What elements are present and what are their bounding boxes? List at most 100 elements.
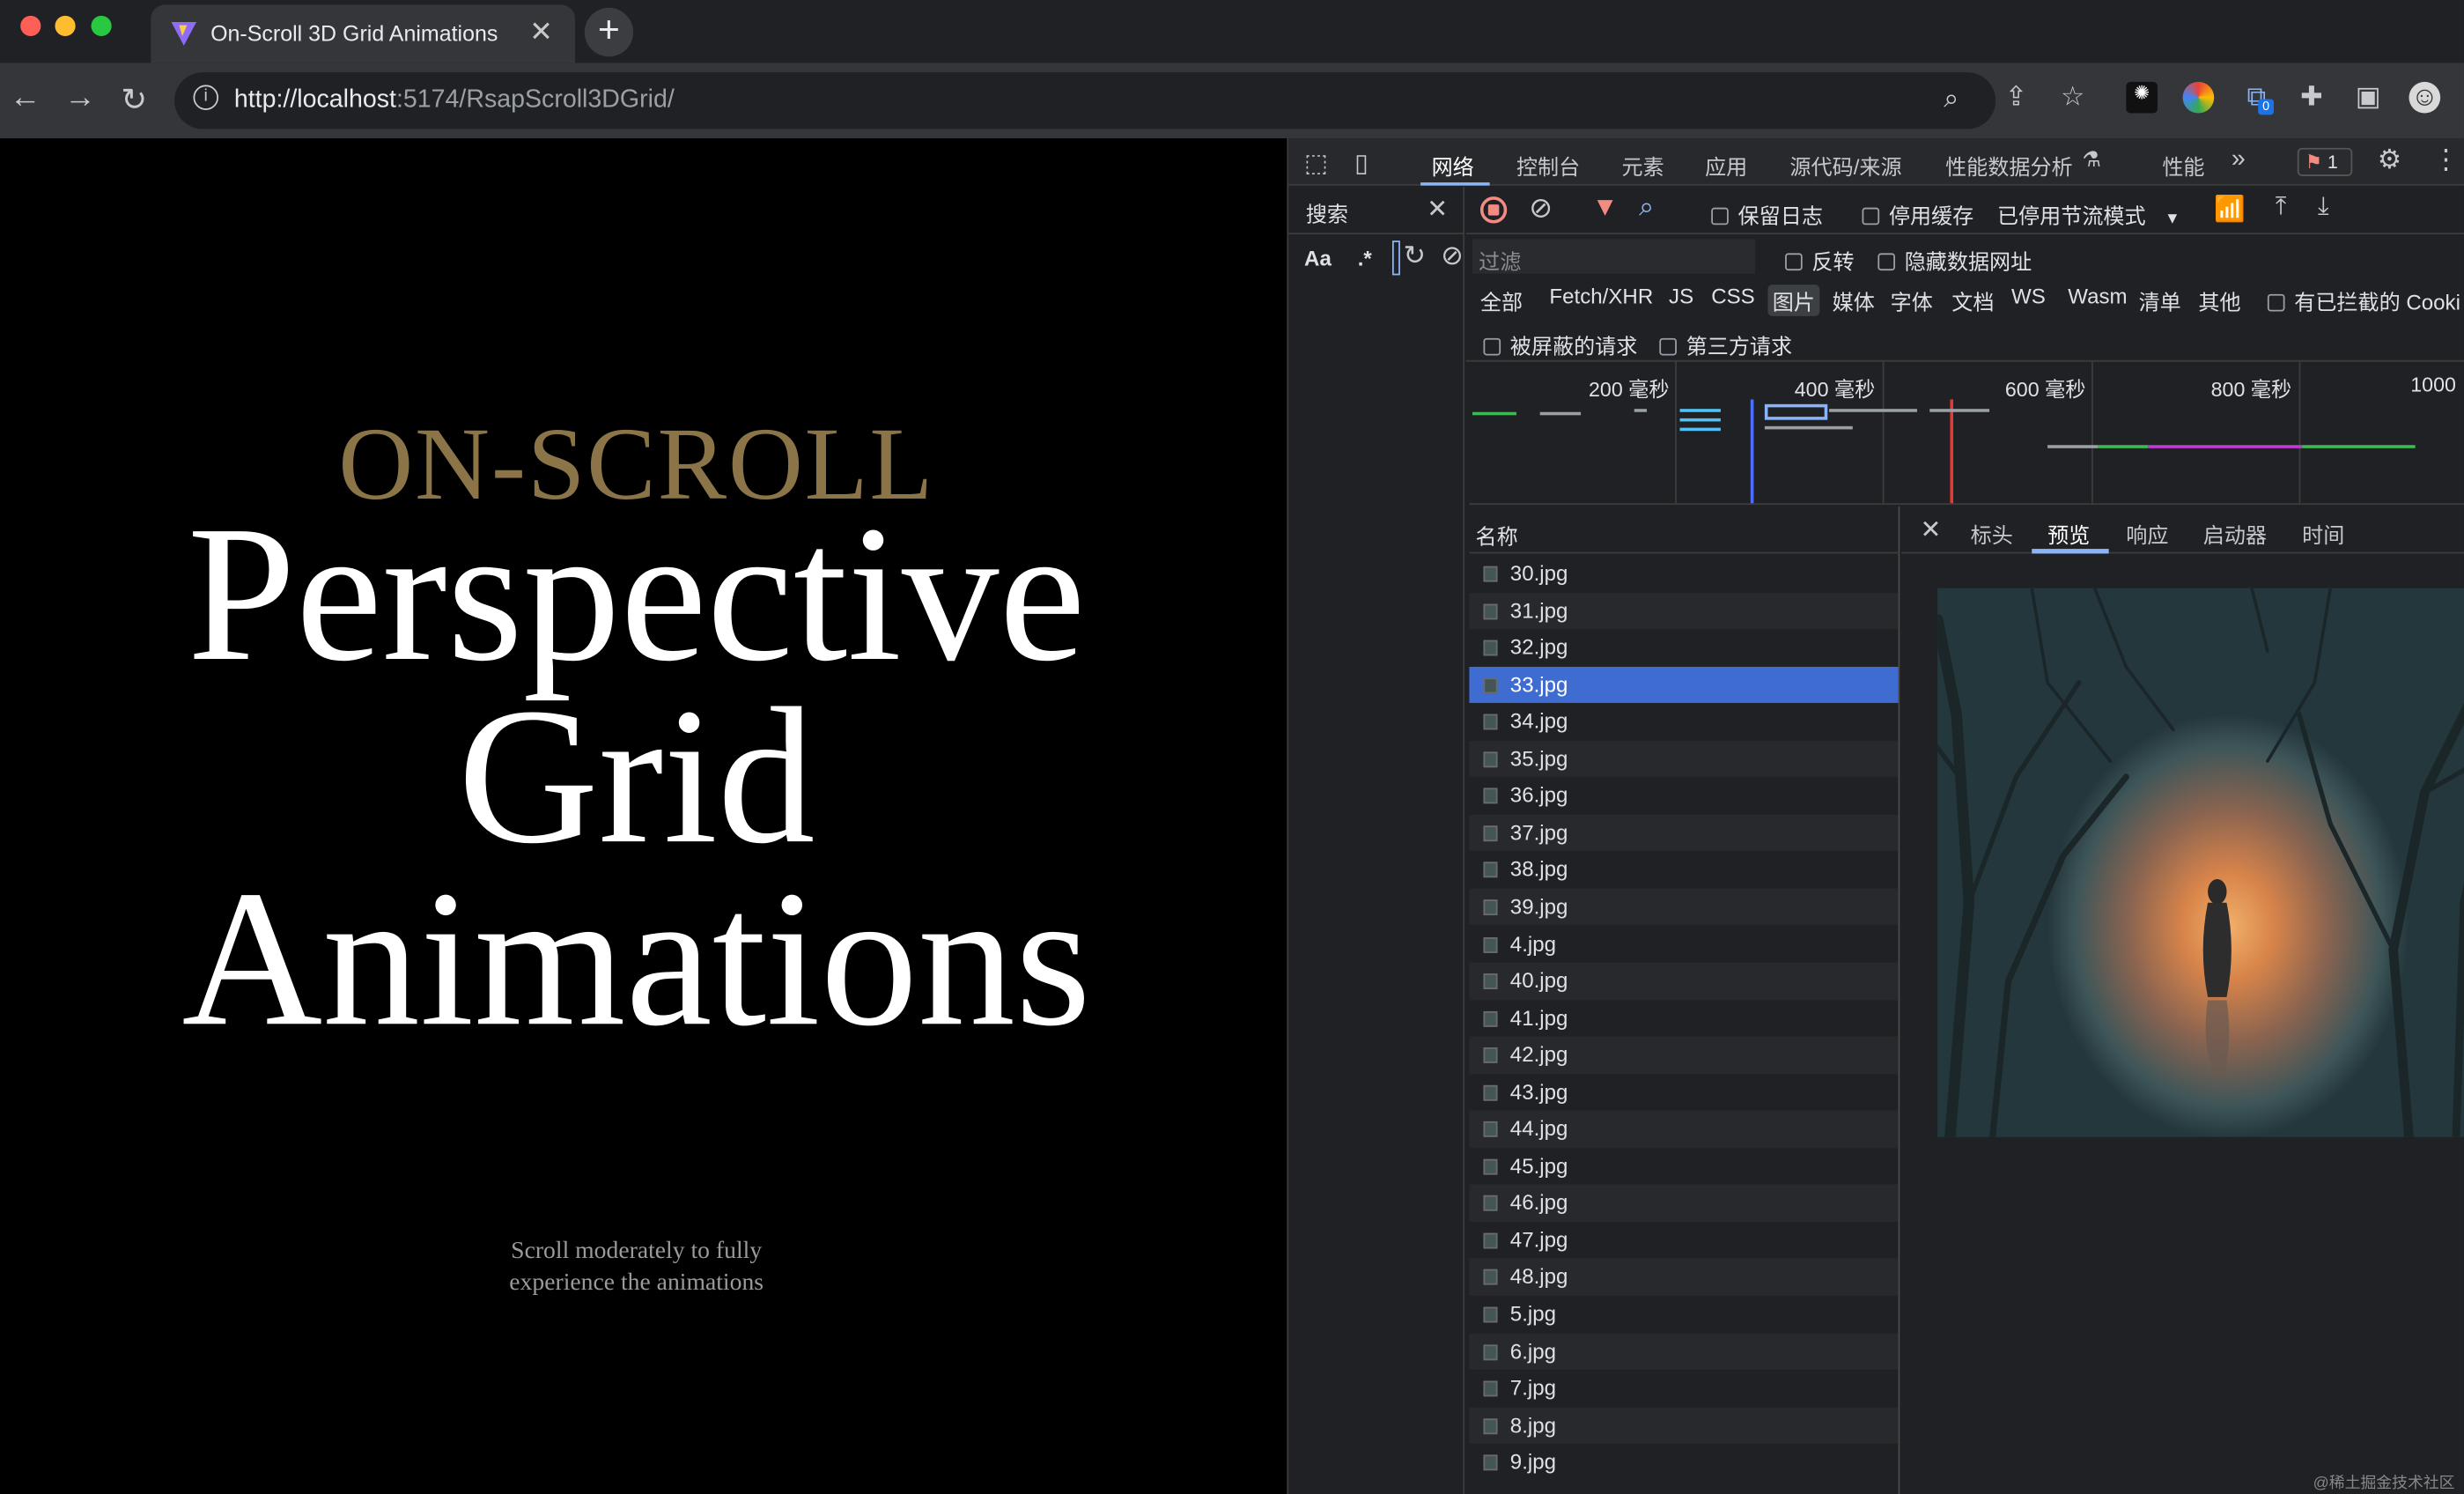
more-options-icon[interactable]: ⋮ [2432,144,2459,176]
tab-console[interactable]: 控制台 [1516,150,1580,181]
request-row[interactable]: 31.jpg [1469,592,1899,630]
tab-performance[interactable]: 性能 [2162,150,2204,181]
type-img[interactable]: 图片 [1767,285,1820,316]
request-row[interactable]: 33.jpg [1469,666,1899,704]
request-row[interactable]: 32.jpg [1469,629,1898,666]
export-har-icon[interactable]: ⤓ [2318,194,2329,222]
tab-timing[interactable]: 时间 [2302,517,2344,549]
request-row[interactable]: 9.jpg [1469,1444,1898,1481]
request-row[interactable]: 48.jpg [1469,1259,1899,1296]
type-fetch-xhr[interactable]: Fetch/XHR [1549,285,1653,308]
request-row[interactable]: 5.jpg [1469,1296,1898,1333]
filter-input[interactable]: 过滤 [1472,239,1756,274]
request-row[interactable]: 37.jpg [1469,814,1899,852]
request-row[interactable]: 6.jpg [1469,1333,1899,1371]
maximize-window-button[interactable] [91,15,112,37]
clear-search-icon[interactable]: ⊘ [1441,240,1463,272]
request-row[interactable]: 4.jpg [1469,926,1898,963]
tab-preview[interactable]: 预览 [2047,517,2090,549]
bookmark-star-icon[interactable]: ☆ [2057,82,2089,114]
forward-icon[interactable]: → [64,80,96,116]
throttle-select[interactable]: 已停用节流模式 ▼ [1997,198,2180,230]
blocked-cookies-checkbox[interactable]: 有已拦截的 Cooki [2267,285,2460,316]
refresh-search-icon[interactable]: ↻ [1403,240,1425,272]
request-row[interactable]: 44.jpg [1469,1110,1899,1148]
back-icon[interactable]: ← [10,80,41,116]
share-icon[interactable]: ⇪ [2001,82,2032,114]
type-js[interactable]: JS [1669,285,1693,308]
type-other[interactable]: 其他 [2198,285,2240,316]
request-row[interactable]: 47.jpg [1469,1222,1898,1259]
filter-funnel-icon[interactable]: ▼ [1592,192,1619,224]
network-conditions-icon[interactable]: 📶 [2214,194,2246,226]
tab-sources[interactable]: 源代码/来源 [1789,150,1901,181]
regex-toggle[interactable]: .* [1358,247,1372,270]
tab-application[interactable]: 应用 [1705,150,1747,181]
address-bar[interactable]: i http://localhost:5174/RsapScroll3DGrid… [174,72,1996,129]
request-row[interactable]: 38.jpg [1469,852,1898,889]
browser-tab[interactable]: On-Scroll 3D Grid Animations ✕ [151,4,576,63]
close-search-icon[interactable]: ✕ [1427,194,1448,226]
search-network-icon[interactable]: ⌕ [1639,192,1654,224]
request-row[interactable]: 34.jpg [1469,703,1898,740]
tab-performance-insights[interactable]: 性能数据分析 [1945,150,2073,181]
type-doc[interactable]: 文档 [1951,285,1994,316]
preserve-log-checkbox[interactable]: 保留日志 [1711,198,1823,230]
request-row[interactable]: 39.jpg [1469,888,1899,926]
reload-icon[interactable]: ↻ [121,80,147,120]
tab-initiator[interactable]: 启动器 [2203,517,2267,549]
tab-response[interactable]: 响应 [2126,517,2168,549]
extension-color-icon[interactable] [2182,81,2215,114]
request-row[interactable]: 30.jpg [1469,555,1898,592]
side-panel-icon[interactable]: ▣ [2352,82,2384,114]
type-media[interactable]: 媒体 [1833,285,1875,316]
third-party-checkbox[interactable]: 第三方请求 [1659,329,1792,360]
type-ws[interactable]: WS [2011,285,2046,308]
record-stop-icon[interactable] [1479,196,1508,224]
close-tab-icon[interactable]: ✕ [529,16,553,48]
request-row[interactable]: 8.jpg [1469,1407,1899,1445]
disable-cache-checkbox[interactable]: 停用缓存 [1862,198,1973,230]
blocked-requests-checkbox[interactable]: 被屏蔽的请求 [1483,329,1637,360]
hide-data-urls-checkbox[interactable]: 隐藏数据网址 [1878,244,2032,276]
type-font[interactable]: 字体 [1891,285,1933,316]
type-wasm[interactable]: Wasm [2068,285,2127,308]
clear-log-icon[interactable]: ⊘ [1529,192,1553,225]
close-window-button[interactable] [20,15,41,37]
match-case-toggle[interactable]: Aa [1304,247,1332,270]
extensions-puzzle-icon[interactable]: ✚ [2296,82,2328,114]
tab-headers[interactable]: 标头 [1971,517,2013,549]
type-all[interactable]: 全部 [1480,285,1523,316]
extension-chatgpt-icon[interactable]: ✺ [2126,81,2158,114]
request-row[interactable]: 42.jpg [1469,1036,1899,1074]
request-row[interactable]: 41.jpg [1469,1000,1898,1037]
network-overview-timeline[interactable]: 200 毫秒 400 毫秒 600 毫秒 800 毫秒 1000 [1469,361,2464,506]
extension-translate-icon[interactable]: ⧉ 0 [2241,82,2275,115]
type-manifest[interactable]: 清单 [2139,285,2181,316]
new-tab-button[interactable]: + [584,7,634,57]
device-toolbar-icon[interactable]: ▯ [1354,148,1368,180]
close-details-icon[interactable]: ✕ [1921,514,1942,546]
request-row[interactable]: 40.jpg [1469,962,1899,1000]
request-row[interactable]: 46.jpg [1469,1184,1899,1222]
type-css[interactable]: CSS [1711,285,1755,308]
inspect-element-icon[interactable]: ⬚ [1304,148,1328,180]
request-row[interactable]: 36.jpg [1469,777,1898,814]
request-row[interactable]: 7.jpg [1469,1370,1898,1407]
invert-checkbox[interactable]: 反转 [1785,244,1855,276]
import-har-icon[interactable]: ⤒ [2276,194,2287,222]
site-info-icon[interactable]: i [193,85,219,110]
issues-badge[interactable]: ⚑ 1 [2297,147,2353,176]
name-column-header[interactable]: 名称 [1469,507,1900,554]
profile-avatar[interactable]: ☺ [2409,81,2441,114]
search-input[interactable] [1391,240,1400,276]
minimize-window-button[interactable] [55,15,76,37]
request-row[interactable]: 45.jpg [1469,1148,1898,1185]
more-tabs-icon[interactable]: » [2232,146,2246,174]
request-row[interactable]: 43.jpg [1469,1074,1898,1111]
settings-gear-icon[interactable]: ⚙ [2378,144,2401,176]
request-row[interactable]: 35.jpg [1469,740,1899,778]
zoom-icon[interactable]: ⌕ [1944,84,1959,115]
tab-network[interactable]: 网络 [1432,150,1474,181]
tab-elements[interactable]: 元素 [1622,150,1664,181]
